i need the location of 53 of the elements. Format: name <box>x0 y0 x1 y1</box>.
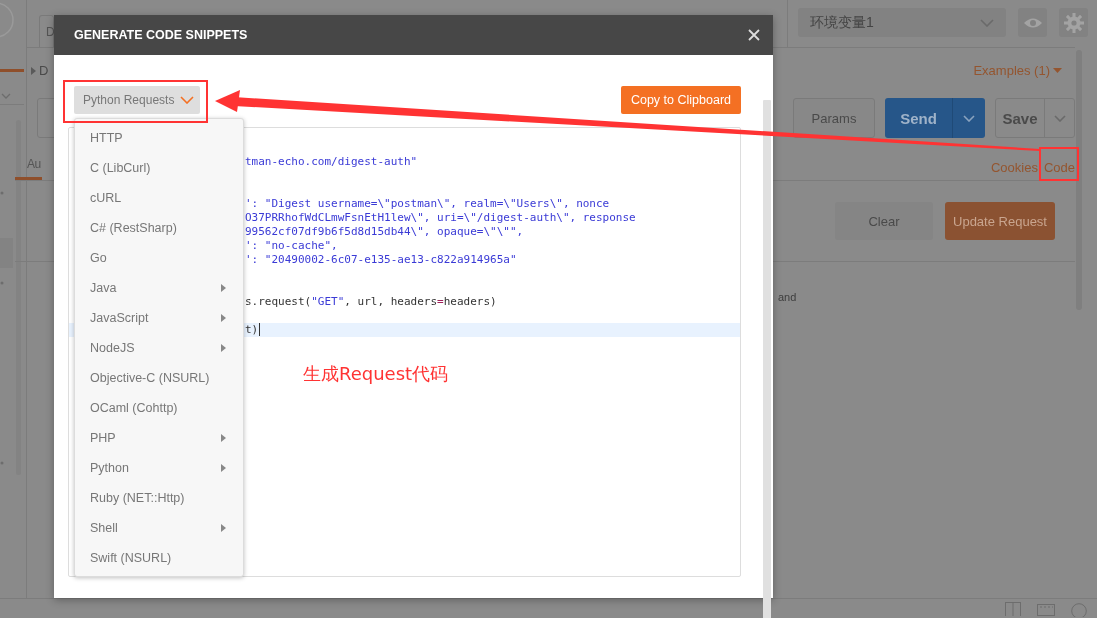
menu-item[interactable]: C# (RestSharp) <box>90 221 177 235</box>
help-icon[interactable] <box>1071 602 1087 617</box>
clear-button[interactable]: Clear <box>835 202 933 240</box>
menu-item[interactable]: NodeJS <box>90 341 135 355</box>
menu-item[interactable]: Ruby (NET::Http) <box>90 491 185 505</box>
menu-item[interactable]: OCaml (Cohttp) <box>90 401 178 415</box>
scrollbar[interactable] <box>1076 50 1082 310</box>
menu-item[interactable]: Shell <box>90 521 118 535</box>
select-value: 环境变量1 <box>810 13 874 32</box>
menu-item[interactable]: Java <box>90 281 117 295</box>
eye-button[interactable] <box>1018 8 1047 37</box>
code-line: O37PRRhofWdCLmwFsnEtH1lew\", uri=\"/digest-auth\", response <box>245 211 636 225</box>
annotation-label: 生成Request代码 <box>303 362 449 386</box>
update-request-button[interactable]: Update Request <box>945 202 1055 240</box>
settings-icon <box>1063 12 1084 33</box>
chevron-down-icon <box>963 114 975 122</box>
response-text: and <box>778 291 798 303</box>
environment-select[interactable]: 环境变量1 <box>798 8 1006 37</box>
two-pane-icon[interactable] <box>1005 602 1021 616</box>
menu-item[interactable]: JavaScript <box>90 311 149 325</box>
code-line: t) <box>245 323 259 337</box>
code-line: tman-echo.com/digest-auth" <box>245 155 418 169</box>
menu-item[interactable]: C (LibCurl) <box>90 161 151 175</box>
menu-item[interactable]: PHP <box>90 431 116 445</box>
text-cursor <box>259 323 261 336</box>
code-line: 99562cf07df9b6f5d8d15db44\", opaque=\"\"", <box>245 225 524 239</box>
dialog-title: GENERATE CODE SNIPPETS <box>74 28 248 42</box>
menu-item[interactable]: HTTP <box>90 131 123 145</box>
keyboard-icon[interactable] <box>1037 602 1055 616</box>
menu-item[interactable]: Python <box>90 461 129 475</box>
chevron-down-icon <box>180 96 194 104</box>
copy-to-clipboard-button[interactable]: Copy to Clipboard <box>620 86 741 114</box>
menu-item[interactable]: Objective-C (NSURL) <box>90 371 210 385</box>
code-line: ': "Digest username=\"postman\", realm=\"Users\", nonce <box>245 197 610 211</box>
scrollbar[interactable] <box>763 100 771 618</box>
chevron-down-icon <box>980 18 994 27</box>
menu-item[interactable]: cURL <box>90 191 122 205</box>
select-value: Python Requests <box>83 93 175 107</box>
eye-icon <box>1022 16 1043 29</box>
code-line: ': "20490002-6c07-e135-ae13-c822a914965a" <box>245 253 517 267</box>
highlight-box <box>1039 147 1079 181</box>
caret-icon[interactable] <box>31 66 36 75</box>
chevron-down-icon <box>1053 114 1066 122</box>
settings-button[interactable] <box>1059 8 1088 37</box>
collection-name[interactable]: D <box>39 63 49 78</box>
menu-item[interactable]: Swift (NSURL) <box>90 551 172 565</box>
menu-item[interactable]: Go <box>90 251 107 265</box>
code-line: s.request("GET", url, headers=headers) <box>245 295 497 309</box>
close-icon[interactable] <box>748 29 760 41</box>
params-button[interactable]: Params <box>793 98 875 138</box>
caret-down-icon <box>1053 68 1062 73</box>
code-line: ': "no-cache", <box>245 239 338 253</box>
language-select[interactable]: Python Requests <box>74 86 200 114</box>
